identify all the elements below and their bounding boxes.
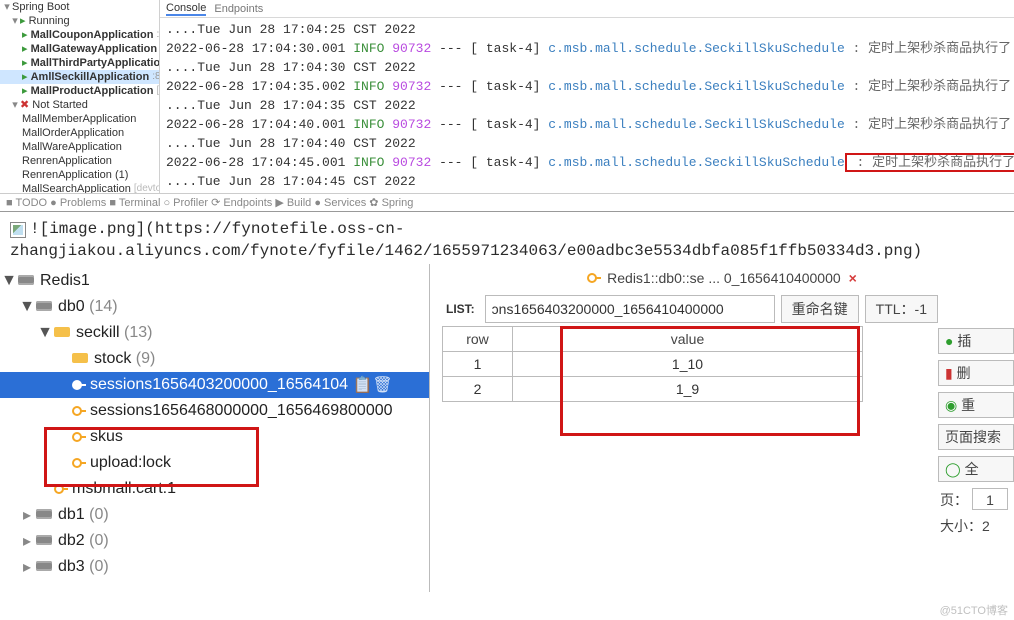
tab-console[interactable]: Console	[166, 2, 206, 16]
key-icon	[72, 404, 86, 418]
tree-stock[interactable]: stock	[94, 350, 131, 368]
table-row[interactable]: 1 1_10	[443, 352, 863, 377]
add-row-button[interactable]: ● 插	[938, 328, 1014, 354]
run-item-selected[interactable]: AmllSeckillApplication	[31, 70, 150, 84]
markdown-line: ![image.png](https://fynotefile.oss-cn-z…	[0, 212, 1014, 264]
size-label: 大小：2	[938, 516, 1014, 536]
tree-notstarted[interactable]: Not Started	[32, 98, 88, 112]
list-type-label: LIST:	[446, 302, 475, 316]
ns-item[interactable]: MallSearchApplication	[22, 182, 131, 193]
console-log[interactable]: ....Tue Jun 28 17:04:25 CST 2022 2022-06…	[160, 18, 1014, 193]
ide-bottom-tabs[interactable]: ■ TODO ● Problems ■ Terminal ○ Profiler …	[0, 193, 1014, 211]
highlight-log-msg: : 定时上架秒杀商品执行了	[845, 153, 1014, 172]
reload-button[interactable]: ◉ 重	[938, 392, 1014, 418]
redis-tree[interactable]: ▼Redis1 ▼db0 (14) ▼seckill (13) stock (9…	[0, 264, 430, 592]
ns-item[interactable]: MallOrderApplication	[22, 126, 124, 140]
delete-row-button[interactable]: ▮ 删	[938, 360, 1014, 386]
run-item[interactable]: MallCouponApplication	[31, 28, 154, 42]
tree-db2[interactable]: db2	[58, 532, 85, 550]
tree-root[interactable]: Spring Boot	[12, 0, 69, 14]
table-row[interactable]: 2 1_9	[443, 377, 863, 402]
key-icon	[54, 482, 68, 496]
redis-root[interactable]: Redis1	[40, 272, 90, 290]
page-search-input[interactable]: 页面搜索	[938, 424, 1014, 450]
tree-session-selected[interactable]: sessions1656403200000_16564104 📋🗑	[0, 372, 429, 398]
page-label: 页：1	[938, 488, 1014, 510]
tree-session[interactable]: sessions1656468000000_1656469800000	[0, 398, 429, 424]
close-icon[interactable]: ×	[849, 270, 857, 286]
db-icon	[36, 561, 54, 573]
db-icon	[36, 301, 54, 313]
db-icon	[36, 535, 54, 547]
tree-seckill[interactable]: seckill	[76, 324, 120, 342]
key-icon	[72, 430, 86, 444]
db-icon	[36, 509, 54, 521]
key-name-input[interactable]: ɔns1656403200000_1656410400000	[485, 295, 775, 323]
run-item[interactable]: MallGatewayApplication	[31, 42, 158, 56]
tree-skus[interactable]: skus	[0, 424, 429, 450]
select-all-button[interactable]: ◯ 全	[938, 456, 1014, 482]
redis-panel: ▼Redis1 ▼db0 (14) ▼seckill (13) stock (9…	[0, 264, 1014, 592]
rename-button[interactable]: 重命名键	[781, 295, 859, 323]
th-value: value	[513, 327, 863, 352]
run-dashboard-tree[interactable]: ▾Spring Boot ▾▸ Running ▸ MallCouponAppl…	[0, 0, 160, 193]
key-icon	[587, 271, 601, 285]
broken-image-icon	[10, 222, 26, 238]
run-item[interactable]: MallThirdPartyApplication	[31, 56, 160, 70]
key-icon	[72, 378, 86, 392]
folder-icon	[54, 327, 72, 339]
th-row: row	[443, 327, 513, 352]
redis-list-table[interactable]: row value 1 1_10 2 1_9	[442, 326, 863, 402]
tree-uploadlock[interactable]: upload:lock	[0, 450, 429, 476]
run-item[interactable]: MallProductApplication	[31, 84, 154, 98]
db-icon	[18, 275, 36, 287]
key-icon	[72, 456, 86, 470]
tab-endpoints[interactable]: Endpoints	[214, 3, 263, 15]
ns-item[interactable]: MallWareApplication	[22, 140, 122, 154]
tree-db1[interactable]: db1	[58, 506, 85, 524]
ttl-button[interactable]: TTL：-1	[865, 295, 938, 323]
page-value[interactable]: 1	[972, 488, 1008, 510]
ns-item[interactable]: RenrenApplication	[22, 154, 112, 168]
ide-panel: ▾Spring Boot ▾▸ Running ▸ MallCouponAppl…	[0, 0, 1014, 212]
tree-db0[interactable]: db0	[58, 298, 85, 316]
folder-icon	[72, 353, 90, 365]
tree-running[interactable]: Running	[29, 14, 70, 28]
side-toolbar: ● 插 ▮ 删 ◉ 重 页面搜索 ◯ 全 页：1 大小：2	[938, 326, 1014, 592]
tree-db3[interactable]: db3	[58, 558, 85, 576]
redis-key-title: Redis1::db0::se ... 0_1656410400000 ×	[430, 264, 1014, 292]
console-area: Console Endpoints ....Tue Jun 28 17:04:2…	[160, 0, 1014, 193]
tree-cart[interactable]: msbmall:cart:1	[0, 476, 429, 502]
watermark: @51CTO博客	[940, 602, 1008, 618]
ns-item[interactable]: MallMemberApplication	[22, 112, 136, 126]
ns-item[interactable]: RenrenApplication (1)	[22, 168, 128, 182]
